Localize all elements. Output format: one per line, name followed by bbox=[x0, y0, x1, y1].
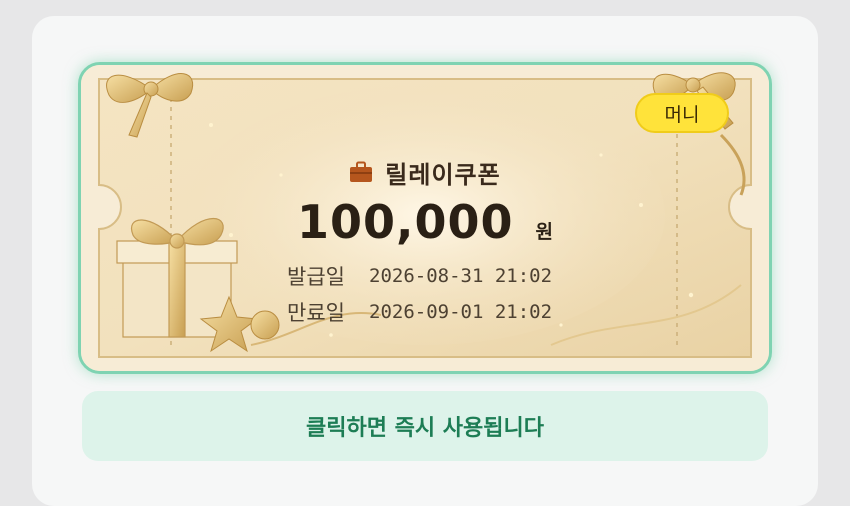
coupon-amount-row: 100,000 원 bbox=[81, 195, 769, 255]
coupon-amount-unit: 원 bbox=[535, 221, 553, 243]
briefcase-icon bbox=[350, 161, 373, 182]
expire-date-row: 만료일 2026-09-01 21:02 bbox=[287, 297, 552, 327]
issue-date-value: 2026-08-31 21:02 bbox=[369, 265, 553, 287]
coupon-title-row: 릴레이쿠폰 bbox=[81, 155, 769, 189]
expire-date-label: 만료일 bbox=[287, 301, 345, 325]
use-coupon-button[interactable]: 클릭하면 즉시 사용됩니다 bbox=[82, 391, 768, 461]
issue-date-row: 발급일 2026-08-31 21:02 bbox=[287, 261, 552, 291]
coupon-body: 머니 릴레이쿠폰 100,000 원 발급일 2026-08-31 21:02 … bbox=[81, 65, 769, 371]
coupon-card[interactable]: 머니 릴레이쿠폰 100,000 원 발급일 2026-08-31 21:02 … bbox=[78, 62, 772, 374]
money-badge: 머니 bbox=[635, 93, 729, 133]
expire-date-value: 2026-09-01 21:02 bbox=[369, 301, 553, 323]
coupon-title: 릴레이쿠폰 bbox=[385, 160, 501, 189]
coupon-amount: 100,000 bbox=[297, 195, 514, 249]
issue-date-label: 발급일 bbox=[287, 265, 345, 289]
